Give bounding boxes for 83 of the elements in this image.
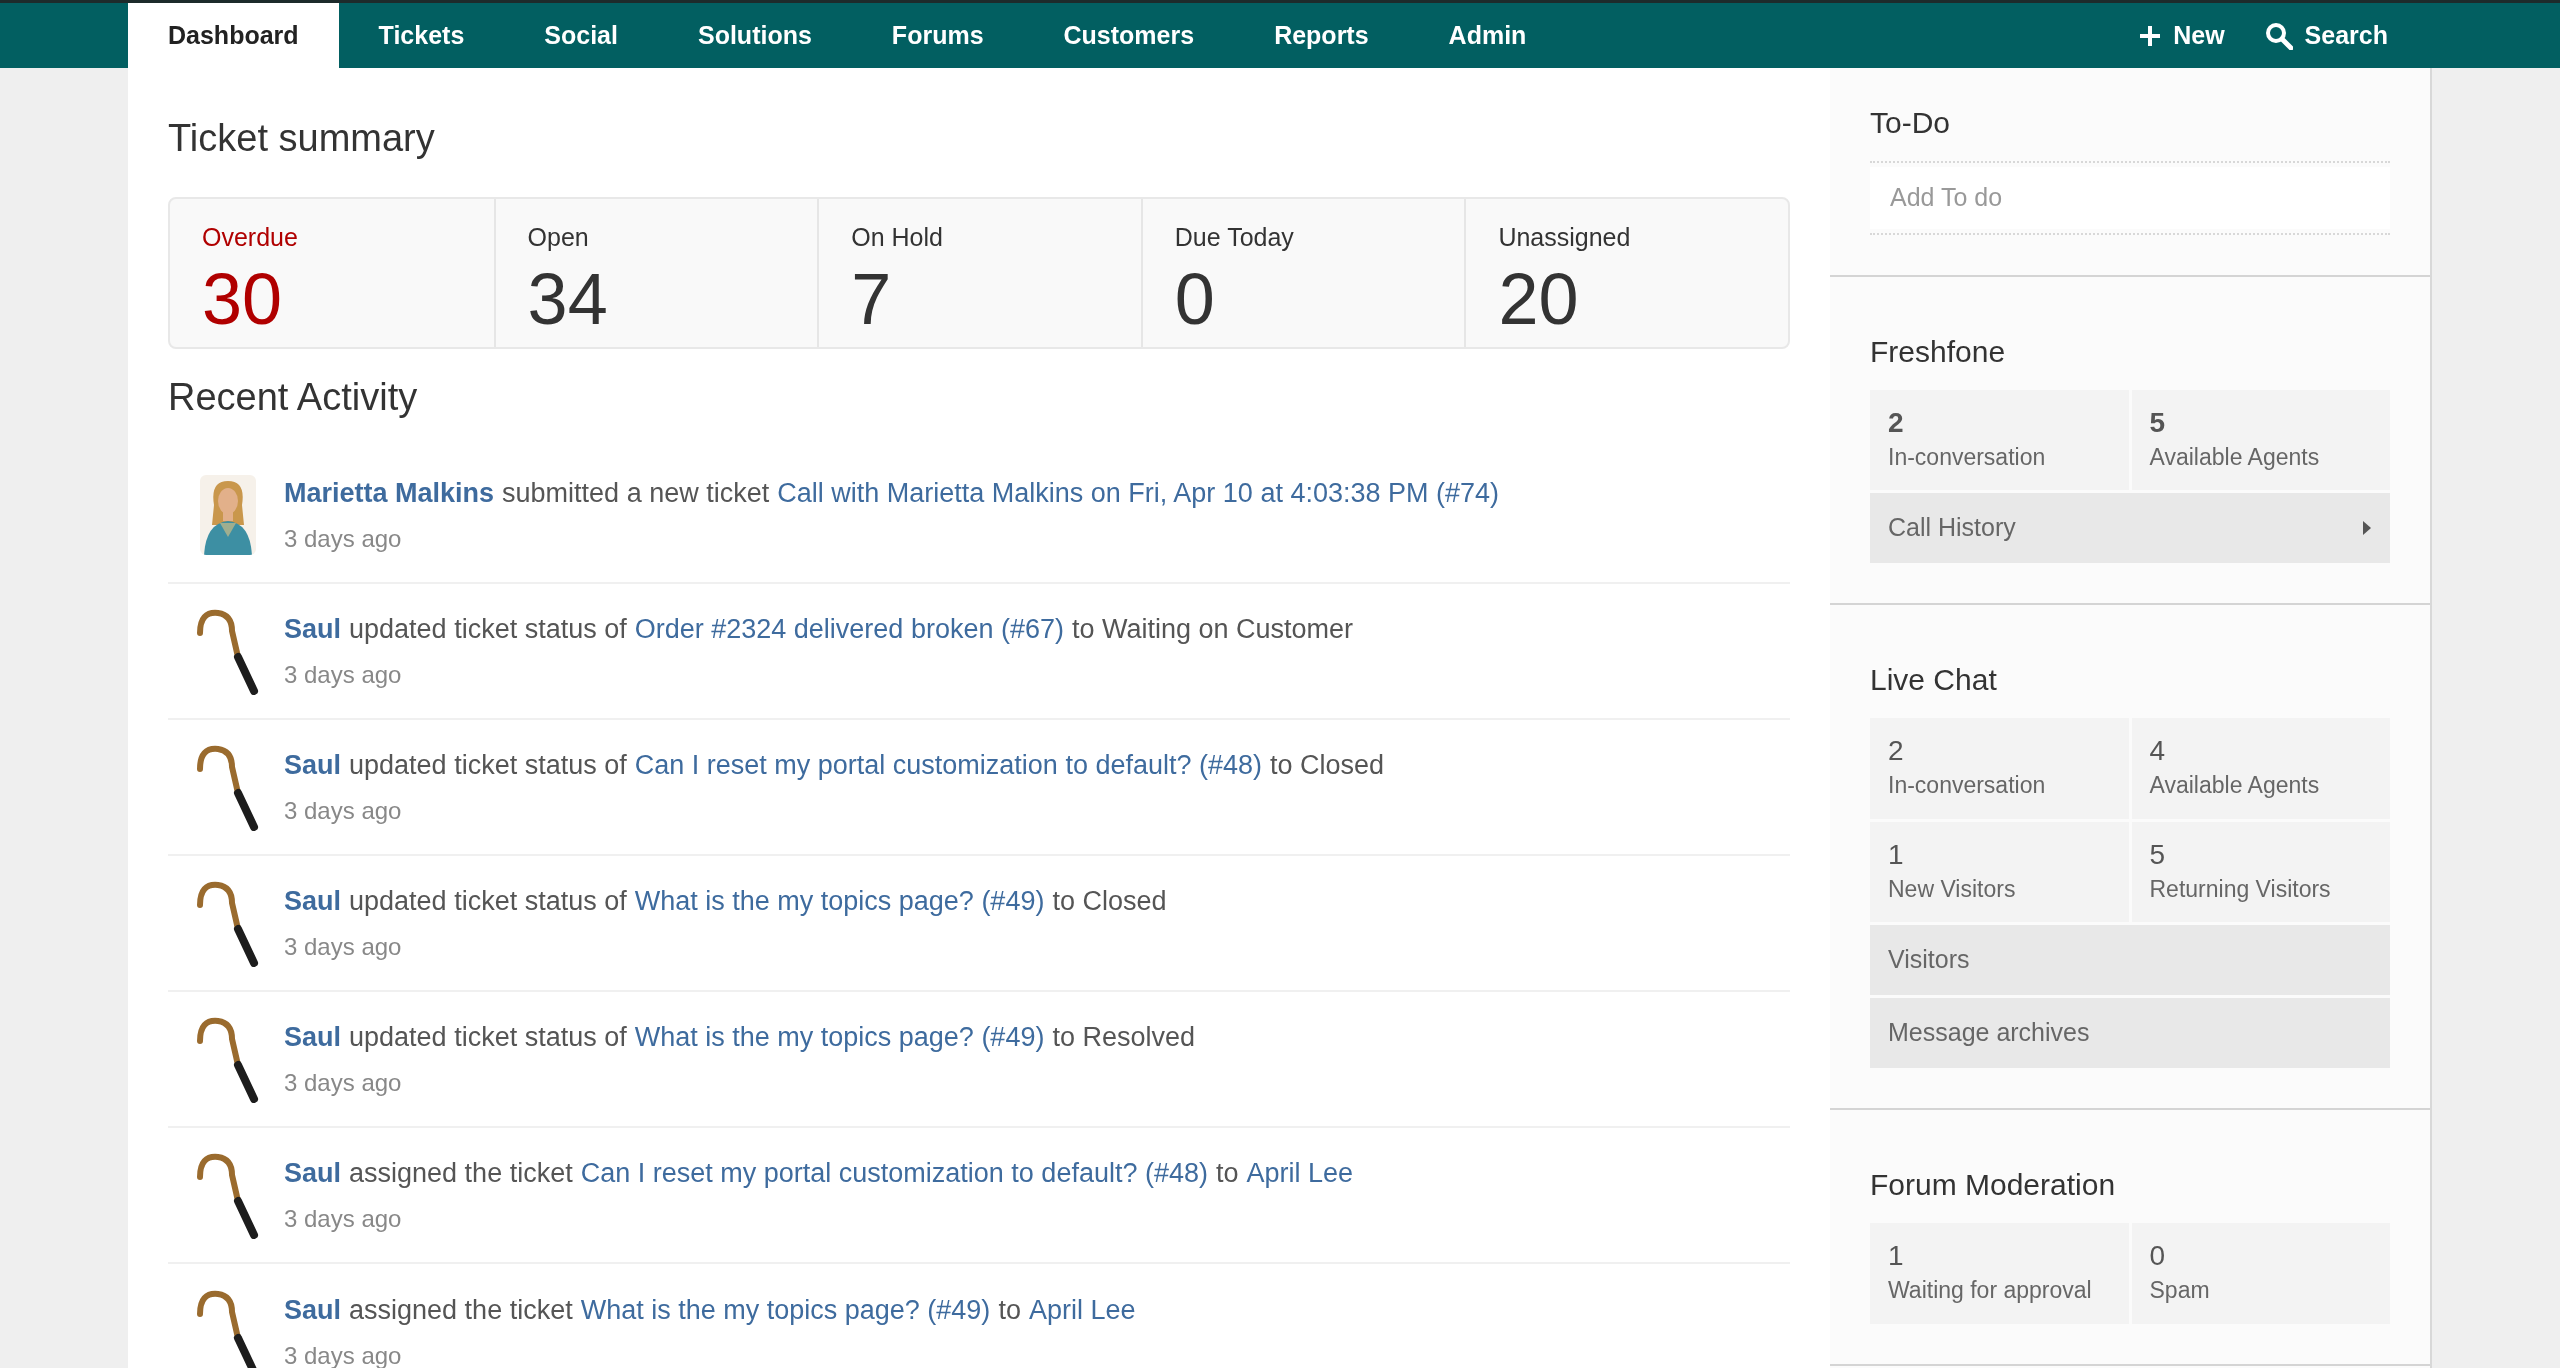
section-link[interactable]: Visitors <box>1870 925 2390 995</box>
summary-label: Open <box>527 222 590 253</box>
nav-tab[interactable]: Admin <box>1408 3 1567 68</box>
nav-tab[interactable]: Social <box>504 3 658 68</box>
section-title: Ticket summary <box>168 116 436 161</box>
summary-label: Overdue <box>202 222 299 253</box>
new-button[interactable]: New <box>2123 3 2241 68</box>
nav-tab[interactable]: Dashboard <box>128 3 339 68</box>
stat-count: 2 <box>1888 405 1905 440</box>
caret-right-icon <box>2362 520 2372 536</box>
user-link[interactable]: Saul <box>284 1289 342 1331</box>
search-button[interactable]: Search <box>2240 3 2432 68</box>
summary-label: Unassigned <box>1498 222 1632 253</box>
activity-text: Saul updated ticket status of Order #2324 delivered broken (#67) to Waiting on Customer <box>284 608 1354 650</box>
activity-time: 3 days ago <box>284 660 403 691</box>
stat-label: Available Agents <box>2149 771 2321 800</box>
ticket-link[interactable]: April Lee <box>1028 1289 1136 1331</box>
summary-card[interactable]: Unassigned 20 <box>1464 199 1788 347</box>
stat-count: 2 <box>1888 734 1905 768</box>
summary-card[interactable]: On Hold 7 <box>817 199 1141 347</box>
stat-label: Spam <box>2149 1276 2211 1305</box>
summary-card[interactable]: Due Today 0 <box>1140 199 1465 347</box>
stat-count: 1 <box>1888 837 1905 872</box>
user-link[interactable]: Saul <box>284 608 342 650</box>
stat-count: 1 <box>1888 1239 1905 1273</box>
search-icon <box>2264 21 2293 50</box>
stat-label: In-conversation <box>1888 771 2047 800</box>
summary-count: 0 <box>1174 257 1216 341</box>
ticket-link[interactable]: Can I reset my portal customization to default? (#48) <box>580 1152 1208 1194</box>
ticket-link[interactable]: What is the my topics page? (#49) <box>580 1289 991 1331</box>
activity-time: 3 days ago <box>284 524 403 555</box>
summary-card[interactable]: Overdue 30 <box>170 199 494 347</box>
nav-tab[interactable]: Tickets <box>338 3 505 68</box>
stat-count: 5 <box>2149 405 2167 440</box>
user-link[interactable]: Saul <box>284 1016 342 1058</box>
activity-text: Marietta Malkins submitted a new ticket Call with Marietta Malkins on Fri, Apr 10 at 4:03:38 PM (#74) <box>284 472 1500 514</box>
stat-count: 5 <box>2149 837 2167 872</box>
stat-label: Waiting for approval <box>1888 1276 2093 1305</box>
activity-time: 3 days ago <box>284 796 403 827</box>
user-link[interactable]: Saul <box>284 744 342 786</box>
activity-text: Saul assigned the ticket Can I reset my portal customization to default? (#48) to April Lee <box>284 1152 1354 1194</box>
stat-label: In-conversation <box>1888 442 2047 472</box>
user-link[interactable]: Saul <box>284 1152 342 1194</box>
stat-label: New Visitors <box>1888 874 2017 904</box>
summary-count: 20 <box>1498 257 1580 341</box>
section-title: To-Do <box>1870 105 1952 141</box>
ticket-link[interactable]: Order #2324 delivered broken (#67) <box>634 608 1064 650</box>
ticket-link[interactable]: Call with Marietta Malkins on Fri, Apr 10 at 4:03:38 PM (#74) <box>777 472 1500 514</box>
ticket-link[interactable]: Can I reset my portal customization to default? (#48) <box>634 744 1263 786</box>
todo-input[interactable]: Add To do <box>1870 167 2390 229</box>
section-title: Live Chat <box>1870 662 1998 698</box>
section-link[interactable]: Message archives <box>1870 998 2390 1068</box>
summary-count: 34 <box>527 257 609 341</box>
section-title: Forum Moderation <box>1870 1167 2117 1203</box>
section-title: Recent Activity <box>168 375 419 420</box>
ticket-link[interactable]: April Lee <box>1246 1152 1354 1194</box>
stat-count: 0 <box>2149 1239 2167 1273</box>
nav-tab[interactable]: Customers <box>1023 3 1235 68</box>
activity-text: Saul assigned the ticket What is the my topics page? (#49) to April Lee <box>284 1289 1136 1331</box>
summary-count: 30 <box>202 257 284 341</box>
stat-label: Available Agents <box>2149 442 2321 472</box>
stat-label: Returning Visitors <box>2149 874 2332 904</box>
summary-card[interactable]: Open 34 <box>493 199 818 347</box>
stat-count: 4 <box>2149 734 2167 768</box>
activity-text: Saul updated ticket status of What is the my topics page? (#49) to Closed <box>284 880 1167 922</box>
user-link[interactable]: Marietta Malkins <box>284 472 495 514</box>
activity-text: Saul updated ticket status of What is the my topics page? (#49) to Resolved <box>284 1016 1195 1058</box>
activity-time: 3 days ago <box>284 932 403 963</box>
nav-tab[interactable]: Solutions <box>657 3 852 68</box>
plus-icon <box>2139 24 2162 47</box>
ticket-link[interactable]: What is the my topics page? (#49) <box>634 1016 1045 1058</box>
nav-tab[interactable]: Forums <box>851 3 1024 68</box>
summary-label: On Hold <box>851 222 944 253</box>
section-title: Freshfone <box>1870 333 2007 370</box>
summary-count: 7 <box>851 257 893 341</box>
user-link[interactable]: Saul <box>284 880 342 922</box>
activity-time: 3 days ago <box>284 1204 403 1235</box>
summary-label: Due Today <box>1174 222 1295 253</box>
activity-time: 3 days ago <box>284 1068 403 1099</box>
section-link[interactable]: Call History <box>1870 493 2390 563</box>
nav-tab[interactable]: Reports <box>1234 3 1409 68</box>
ticket-link[interactable]: What is the my topics page? (#49) <box>634 880 1045 922</box>
activity-text: Saul updated ticket status of Can I reset my portal customization to default? (#48) to Closed <box>284 744 1385 786</box>
